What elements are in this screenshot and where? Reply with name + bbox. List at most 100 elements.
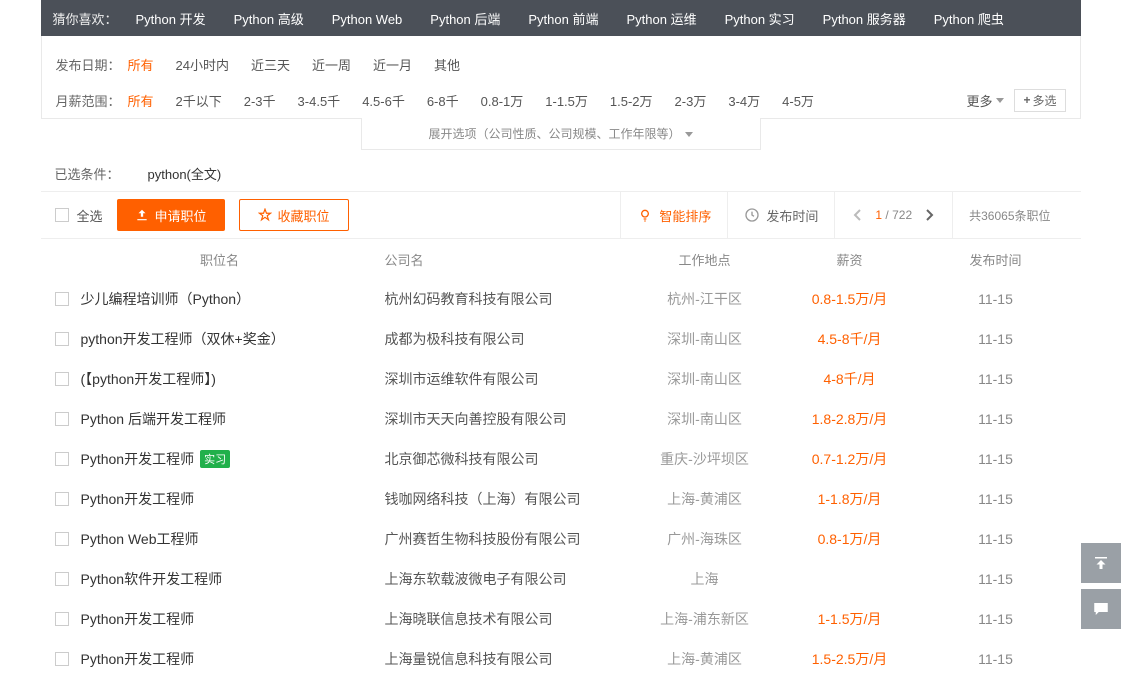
job-salary: 0.7-1.2万/月	[775, 449, 925, 469]
row-checkbox[interactable]	[55, 372, 69, 386]
filter-date-option[interactable]: 近一月	[373, 55, 412, 74]
row-checkbox[interactable]	[55, 492, 69, 506]
job-title-link[interactable]: (【python开发工程师】)	[81, 369, 216, 389]
pager-next[interactable]	[918, 204, 940, 226]
table-row: Python Web工程师广州赛哲生物科技股份有限公司广州-海珠区0.8-1万/…	[41, 519, 1081, 559]
apply-button[interactable]: 申请职位	[117, 199, 225, 231]
filter-salary-option[interactable]: 6-8千	[427, 91, 459, 110]
job-title-link[interactable]: Python开发工程师	[81, 649, 195, 669]
filter-salary-option[interactable]: 0.8-1万	[481, 91, 524, 110]
filter-salary-option[interactable]: 2-3千	[244, 91, 276, 110]
topnav-item[interactable]: Python 实习	[725, 12, 795, 27]
job-date: 11-15	[925, 651, 1067, 667]
plus-icon: +	[1023, 93, 1030, 107]
topnav-item[interactable]: Python 服务器	[823, 12, 906, 27]
job-company[interactable]: 成都为极科技有限公司	[385, 329, 635, 349]
topnav-item[interactable]: Python 爬虫	[934, 12, 1004, 27]
job-date: 11-15	[925, 571, 1067, 587]
job-company[interactable]: 深圳市天天向善控股有限公司	[385, 409, 635, 429]
job-company[interactable]: 上海晓联信息技术有限公司	[385, 609, 635, 629]
row-checkbox[interactable]	[55, 532, 69, 546]
job-salary: 0.8-1.5万/月	[775, 289, 925, 309]
row-checkbox[interactable]	[55, 612, 69, 626]
table-row: Python 后端开发工程师深圳市天天向善控股有限公司深圳-南山区1.8-2.8…	[41, 399, 1081, 439]
job-title-link[interactable]: Python开发工程师	[81, 609, 195, 629]
topnav-item[interactable]: Python 开发	[136, 12, 206, 27]
row-checkbox[interactable]	[55, 652, 69, 666]
select-all-label: 全选	[77, 206, 103, 225]
favorite-button[interactable]: 收藏职位	[239, 199, 349, 231]
pager-prev[interactable]	[847, 204, 869, 226]
filter-salary-label: 月薪范围：	[56, 91, 128, 110]
row-checkbox[interactable]	[55, 332, 69, 346]
select-all-checkbox[interactable]	[55, 208, 69, 222]
topnav-item[interactable]: Python Web	[332, 12, 403, 27]
topnav-item[interactable]: Python 高级	[234, 12, 304, 27]
job-date: 11-15	[925, 291, 1067, 307]
topnav-item[interactable]: Python 前端	[528, 12, 598, 27]
table-row: python开发工程师（双休+奖金）成都为极科技有限公司深圳-南山区4.5-8千…	[41, 319, 1081, 359]
job-company[interactable]: 钱咖网络科技（上海）有限公司	[385, 489, 635, 509]
job-company[interactable]: 上海东软载波微电子有限公司	[385, 569, 635, 589]
filter-salary-option[interactable]: 1-1.5万	[545, 91, 588, 110]
filter-date-option[interactable]: 24小时内	[176, 55, 229, 74]
lightbulb-icon	[637, 207, 653, 223]
multi-select-button[interactable]: +多选	[1014, 89, 1065, 112]
more-link[interactable]: 更多	[966, 91, 1004, 110]
job-salary: 4-8千/月	[775, 369, 925, 389]
topnav-item[interactable]: Python 运维	[626, 12, 696, 27]
page-indicator: 1 / 722	[875, 208, 912, 222]
filter-date-option[interactable]: 近一周	[312, 55, 351, 74]
filter-salary-option[interactable]: 3-4万	[728, 91, 760, 110]
job-date: 11-15	[925, 331, 1067, 347]
filter-salary-option[interactable]: 3-4.5千	[298, 91, 341, 110]
job-company[interactable]: 广州赛哲生物科技股份有限公司	[385, 529, 635, 549]
job-location: 上海-黄浦区	[635, 649, 775, 669]
back-to-top-button[interactable]	[1081, 543, 1121, 583]
job-title-link[interactable]: Python软件开发工程师	[81, 569, 223, 589]
row-checkbox[interactable]	[55, 572, 69, 586]
job-location: 杭州-江干区	[635, 289, 775, 309]
job-title-link[interactable]: Python开发工程师	[81, 489, 195, 509]
chevron-left-icon	[853, 209, 863, 221]
feedback-button[interactable]	[1081, 589, 1121, 629]
job-company[interactable]: 北京御芯微科技有限公司	[385, 449, 635, 469]
job-company[interactable]: 上海量锐信息科技有限公司	[385, 649, 635, 669]
chevron-down-icon	[685, 132, 693, 137]
row-checkbox[interactable]	[55, 412, 69, 426]
job-title-link[interactable]: python开发工程师（双休+奖金）	[81, 329, 285, 349]
filter-salary-option[interactable]: 所有	[128, 91, 154, 110]
toolbar: 全选 申请职位 收藏职位 智能排序 发布时间 1 / 722 共36065条职位	[41, 191, 1081, 239]
sort-pubtime[interactable]: 发布时间	[727, 191, 834, 239]
filter-salary-option[interactable]: 1.5-2万	[610, 91, 653, 110]
star-icon	[258, 208, 272, 222]
filter-date-option[interactable]: 其他	[434, 55, 460, 74]
job-title-link[interactable]: 少儿编程培训师（Python）	[81, 289, 251, 309]
total-count: 共36065条职位	[952, 191, 1066, 239]
row-checkbox[interactable]	[55, 452, 69, 466]
row-checkbox[interactable]	[55, 292, 69, 306]
job-title-link[interactable]: Python 后端开发工程师	[81, 409, 226, 429]
col-salary: 薪资	[775, 250, 925, 269]
filter-panel: 发布日期： 所有24小时内近三天近一周近一月其他 月薪范围： 所有2千以下2-3…	[41, 36, 1081, 119]
job-location: 上海-浦东新区	[635, 609, 775, 629]
job-title-link[interactable]: Python Web工程师	[81, 529, 199, 549]
filter-date-option[interactable]: 近三天	[251, 55, 290, 74]
table-row: Python开发工程师上海晓联信息技术有限公司上海-浦东新区1-1.5万/月11…	[41, 599, 1081, 639]
selected-label: 已选条件：	[55, 164, 120, 183]
sort-smart[interactable]: 智能排序	[620, 191, 727, 239]
job-company[interactable]: 杭州幻码教育科技有限公司	[385, 289, 635, 309]
job-company[interactable]: 深圳市运维软件有限公司	[385, 369, 635, 389]
job-location: 上海	[635, 569, 775, 589]
topnav: 猜你喜欢： Python 开发Python 高级Python WebPython…	[41, 0, 1081, 36]
filter-date-option[interactable]: 所有	[128, 55, 154, 74]
filter-salary-option[interactable]: 2千以下	[176, 91, 222, 110]
topnav-item[interactable]: Python 后端	[430, 12, 500, 27]
expand-options[interactable]: 展开选项（公司性质、公司规模、工作年限等）	[361, 118, 761, 150]
filter-salary-option[interactable]: 4.5-6千	[362, 91, 405, 110]
filter-salary-option[interactable]: 2-3万	[675, 91, 707, 110]
job-salary: 1-1.5万/月	[775, 609, 925, 629]
job-title-link[interactable]: Python开发工程师	[81, 449, 195, 469]
job-date: 11-15	[925, 531, 1067, 547]
filter-salary-option[interactable]: 4-5万	[782, 91, 814, 110]
